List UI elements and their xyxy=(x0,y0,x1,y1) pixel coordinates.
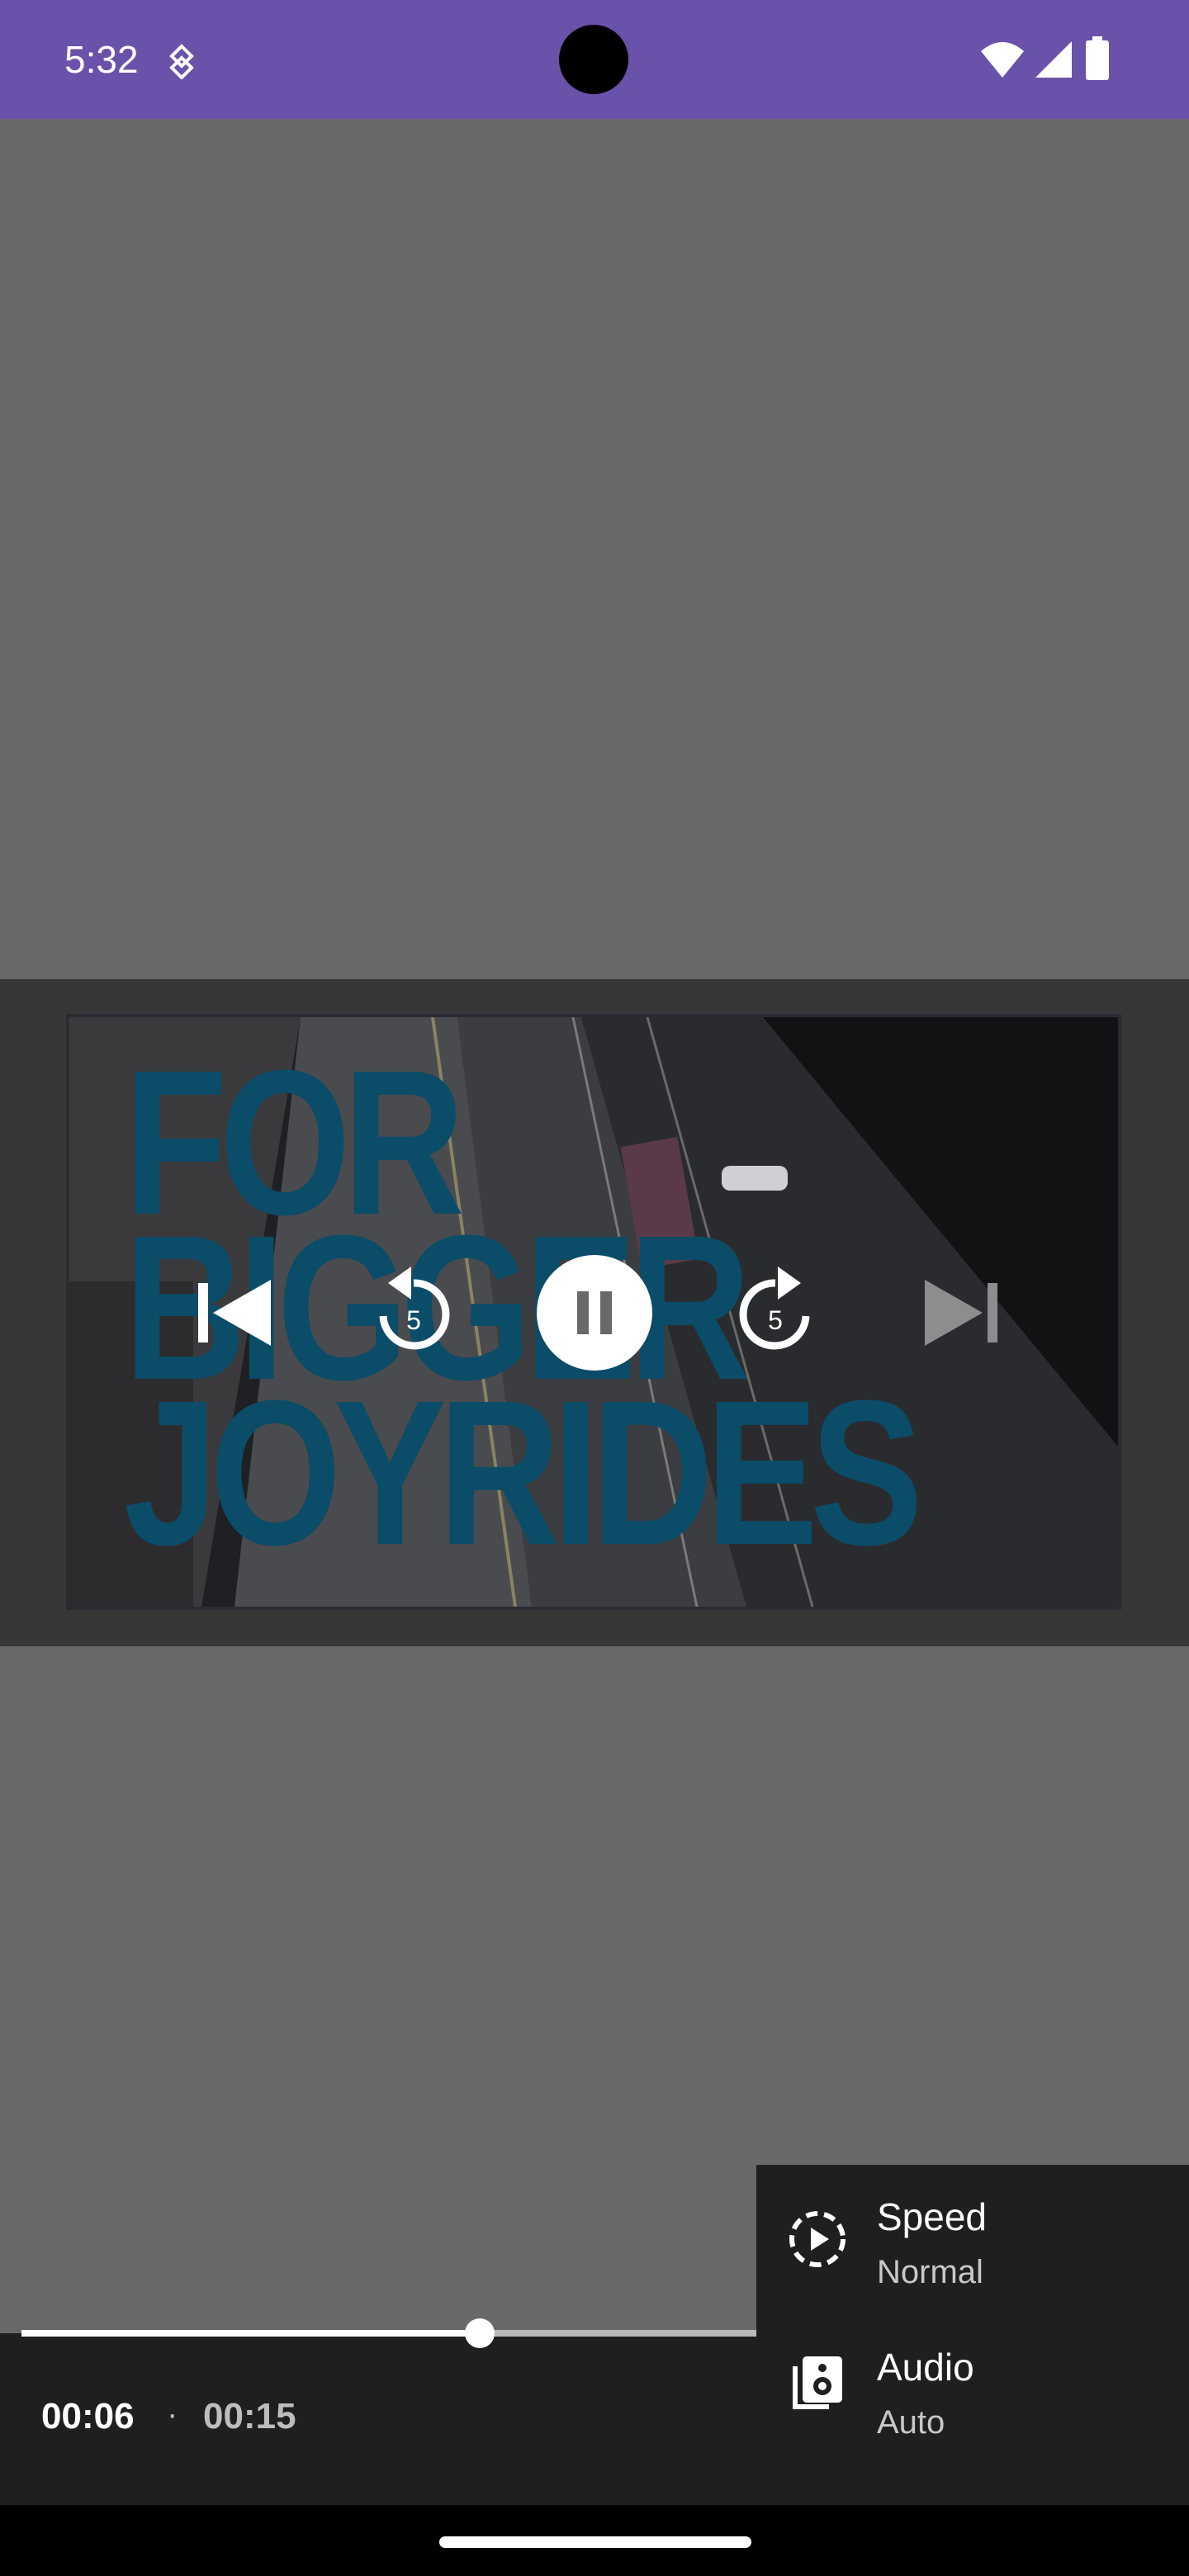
seek-bar-played xyxy=(21,2330,481,2337)
menu-item-label: Speed xyxy=(877,2195,988,2238)
skip-previous-button[interactable] xyxy=(192,1271,282,1354)
status-time: 5:32 xyxy=(64,38,139,81)
skip-previous-icon xyxy=(198,1280,271,1346)
rewind-button[interactable]: 5 xyxy=(368,1267,459,1357)
pause-button[interactable] xyxy=(537,1255,652,1371)
seek-bar-thumb[interactable] xyxy=(465,2318,495,2348)
duration: 00:15 xyxy=(203,2396,296,2436)
forward-seconds-label: 5 xyxy=(768,1305,783,1335)
fast-forward-button[interactable]: 5 xyxy=(730,1267,821,1357)
audio-track-icon xyxy=(786,2351,849,2414)
pause-icon xyxy=(577,1291,612,1334)
navigation-bar xyxy=(0,2505,1189,2576)
menu-item-speed[interactable]: Speed Normal xyxy=(756,2165,1189,2315)
rewind-5-icon: 5 xyxy=(379,1267,450,1350)
settings-menu: Speed Normal Audio Auto xyxy=(756,2165,1189,2465)
time-separator: · xyxy=(167,2396,178,2432)
battery-icon xyxy=(1084,36,1111,81)
rewind-seconds-label: 5 xyxy=(406,1305,421,1335)
menu-item-audio[interactable]: Audio Auto xyxy=(756,2315,1189,2465)
skip-next-icon xyxy=(925,1280,997,1346)
video-player-screen: 5:32 FOR BIGGER JOYRIDES 5 5 00:06 · 00:… xyxy=(0,0,1189,2576)
sync-icon xyxy=(165,43,198,80)
signal-icon xyxy=(1034,40,1073,79)
camera-cutout xyxy=(559,25,628,94)
status-bar: 5:32 xyxy=(0,0,1189,119)
current-position: 00:06 xyxy=(41,2396,135,2436)
playback-speed-icon xyxy=(786,2208,849,2271)
video-title-line: JOYRIDES xyxy=(124,1357,923,1588)
menu-item-value: Auto xyxy=(877,2404,945,2441)
forward-5-icon: 5 xyxy=(739,1267,810,1350)
menu-item-label: Audio xyxy=(877,2346,974,2389)
wifi-icon xyxy=(979,40,1026,79)
home-indicator[interactable] xyxy=(439,2536,751,2548)
menu-item-value: Normal xyxy=(877,2254,983,2290)
skip-next-button[interactable] xyxy=(913,1271,1004,1354)
